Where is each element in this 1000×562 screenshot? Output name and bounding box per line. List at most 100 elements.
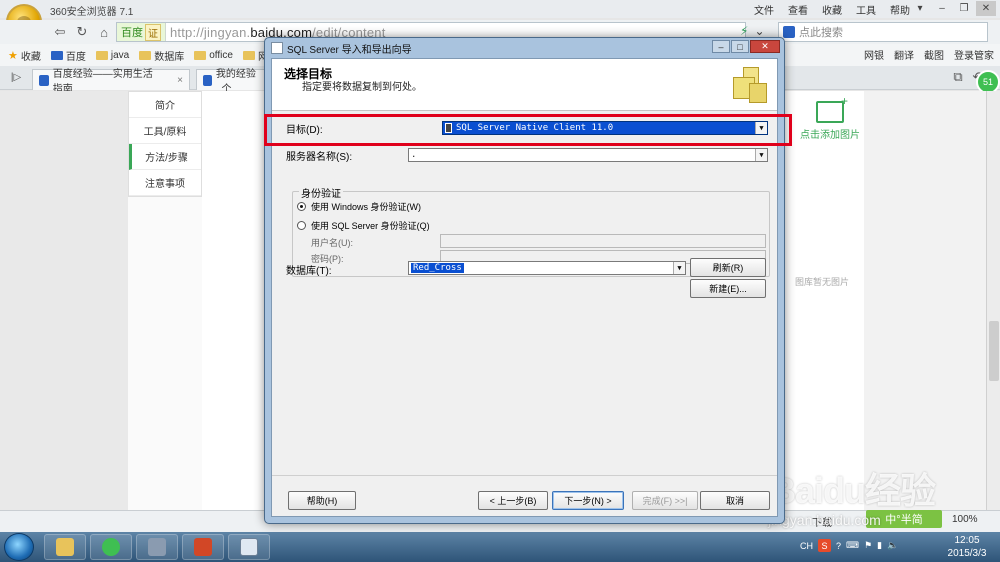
nav-tools[interactable]: 工具/原料 [129, 118, 201, 144]
bookmark-office[interactable]: office [194, 50, 233, 61]
auth-sql-radio[interactable]: 使用 SQL Server 身份验证(Q) [297, 219, 430, 232]
username-label: 用户名(U): [311, 238, 353, 248]
bookmark-screenshot[interactable]: 截图 [924, 47, 944, 62]
sogou-icon[interactable]: S [818, 539, 831, 552]
tab-baidu-jingyan[interactable]: 百度经验——实用生活指南 × [32, 69, 190, 95]
restore-tab-icon[interactable]: ⧉ [948, 68, 968, 86]
powerpoint-icon [194, 538, 212, 556]
dialog-title: SQL Server 导入和导出向导 [287, 44, 412, 56]
minimize-icon[interactable]: – [932, 1, 952, 16]
tools-icon [148, 538, 166, 556]
server-name-label: 服务器名称(S): [286, 152, 353, 163]
skin-icon[interactable]: ▾ [910, 1, 930, 16]
page-scrollbar[interactable] [986, 91, 1000, 532]
baidu-paw-icon [783, 26, 795, 38]
finish-button[interactable]: 完成(F) >>| [632, 491, 698, 510]
bookmark-translate[interactable]: 翻译 [894, 47, 914, 62]
chevron-down-icon[interactable]: ▼ [673, 262, 685, 274]
taskbar-explorer[interactable] [44, 534, 86, 560]
database-label: 数据库(T): [286, 266, 332, 277]
maximize-icon[interactable]: ❐ [954, 1, 974, 16]
star-icon: ★ [8, 49, 18, 62]
bookmark-login-manager[interactable]: 登录管家 [954, 47, 994, 62]
network-icon[interactable]: ▮ [877, 540, 882, 551]
folder-icon [95, 50, 108, 60]
dialog-window-controls: – □ ✕ [712, 40, 780, 53]
volume-icon[interactable]: 🔈 [887, 540, 898, 551]
taskbar-clock[interactable]: 12:05 2015/3/3 [938, 534, 996, 560]
bookmark-baidu[interactable]: 百度 [50, 48, 86, 63]
scrollbar-thumb[interactable] [989, 321, 999, 381]
tray-language[interactable]: CH [800, 541, 813, 551]
bookmarks-right: 网银 翻译 截图 登录管家 [864, 47, 994, 62]
sidebar-toggle-icon[interactable]: |▷ [6, 68, 26, 86]
close-tab-icon[interactable]: × [177, 75, 183, 86]
nav-steps[interactable]: 方法/步骤 [129, 144, 201, 170]
server-name-select[interactable]: . ▼ [408, 148, 768, 162]
bookmark-java[interactable]: java [95, 50, 129, 61]
lightning-icon[interactable]: ⚡ [740, 24, 748, 38]
add-image-button[interactable]: 点击添加图片 [800, 94, 860, 141]
help-button[interactable]: 帮助(H) [288, 491, 356, 510]
bookmark-database[interactable]: 数据库 [139, 48, 184, 63]
clock-time: 12:05 [954, 535, 980, 546]
search-input[interactable]: 点此搜索 [778, 22, 988, 42]
radio-unselected-icon [297, 221, 306, 230]
taskbar-powerpoint[interactable] [182, 534, 224, 560]
auth-windows-radio[interactable]: 使用 Windows 身份验证(W) [297, 200, 421, 213]
menu-favorites[interactable]: 收藏 [822, 2, 842, 17]
tab-my-jingyan[interactable]: 我的经验_个 [196, 69, 268, 95]
minimize-icon[interactable]: – [712, 40, 730, 53]
system-tray: CH S ? ⌨ ⚑ ▮ 🔈 [800, 539, 898, 552]
baidu-paw-icon [203, 74, 212, 86]
start-button[interactable] [4, 533, 34, 561]
left-blank-area [0, 91, 128, 532]
close-icon[interactable]: ✕ [976, 1, 996, 16]
browser-icon [102, 538, 120, 556]
refresh-button[interactable]: 刷新(R) [690, 258, 766, 277]
zoom-level[interactable]: 100% [952, 514, 978, 525]
no-image-text: 图库暂无图片 [795, 277, 850, 287]
nav-intro[interactable]: 简介 [129, 92, 201, 118]
keyboard-icon[interactable]: ⌨ [846, 540, 859, 551]
chevron-down-icon[interactable]: ⌄ [754, 24, 764, 38]
baidu-paw-icon [39, 74, 49, 86]
folder-icon [242, 50, 255, 60]
menu-view[interactable]: 查看 [788, 2, 808, 17]
browser-title-bar: 360安全浏览器 7.1 文件 查看 收藏 工具 帮助 ▾ – ❐ ✕ [0, 0, 1000, 18]
bookmark-bank[interactable]: 网银 [864, 47, 884, 62]
address-site-badge[interactable]: 百度 证 [117, 23, 166, 41]
database-select[interactable]: Red_Cross ▼ [408, 261, 686, 275]
wizard-icon [240, 538, 258, 556]
back-arrow-icon[interactable]: ⇦ [50, 23, 70, 41]
next-button[interactable]: 下一步(N) > [552, 491, 624, 510]
taskbar-browser[interactable] [90, 534, 132, 560]
folder-icon [194, 50, 207, 60]
cancel-button[interactable]: 取消 [700, 491, 770, 510]
wizard-app-icon [271, 42, 283, 54]
back-button[interactable]: < 上一步(B) [478, 491, 548, 510]
menu-help[interactable]: 帮助 [890, 2, 910, 17]
import-export-wizard-dialog: SQL Server 导入和导出向导 – □ ✕ 选择目标 指定要将数据复制到何… [264, 37, 785, 524]
browser-window-controls: ▾ – ❐ ✕ [910, 1, 996, 16]
highlight-annotation [264, 114, 792, 146]
menu-file[interactable]: 文件 [754, 2, 774, 17]
new-database-button[interactable]: 新建(E)... [690, 279, 766, 298]
home-icon[interactable]: ⌂ [94, 23, 114, 41]
flag-icon[interactable]: ⚑ [864, 540, 872, 551]
folder-icon [139, 50, 152, 60]
nav-notes[interactable]: 注意事项 [129, 170, 201, 196]
bookmark-favorites[interactable]: ★ 收藏 [8, 48, 41, 63]
dialog-title-bar[interactable]: SQL Server 导入和导出向导 [265, 38, 784, 58]
reload-icon[interactable]: ↻ [72, 23, 92, 41]
help-icon[interactable]: ? [836, 541, 841, 551]
close-icon[interactable]: ✕ [750, 40, 780, 53]
taskbar-tools[interactable] [136, 534, 178, 560]
taskbar-wizard[interactable] [228, 534, 270, 560]
menu-tools[interactable]: 工具 [856, 2, 876, 17]
windows-taskbar: CH S ? ⌨ ⚑ ▮ 🔈 12:05 2015/3/3 [0, 532, 1000, 562]
chevron-down-icon[interactable]: ▼ [755, 149, 767, 161]
username-input[interactable] [440, 234, 766, 248]
auth-group-title: 身份验证 [299, 185, 343, 200]
maximize-icon[interactable]: □ [731, 40, 749, 53]
